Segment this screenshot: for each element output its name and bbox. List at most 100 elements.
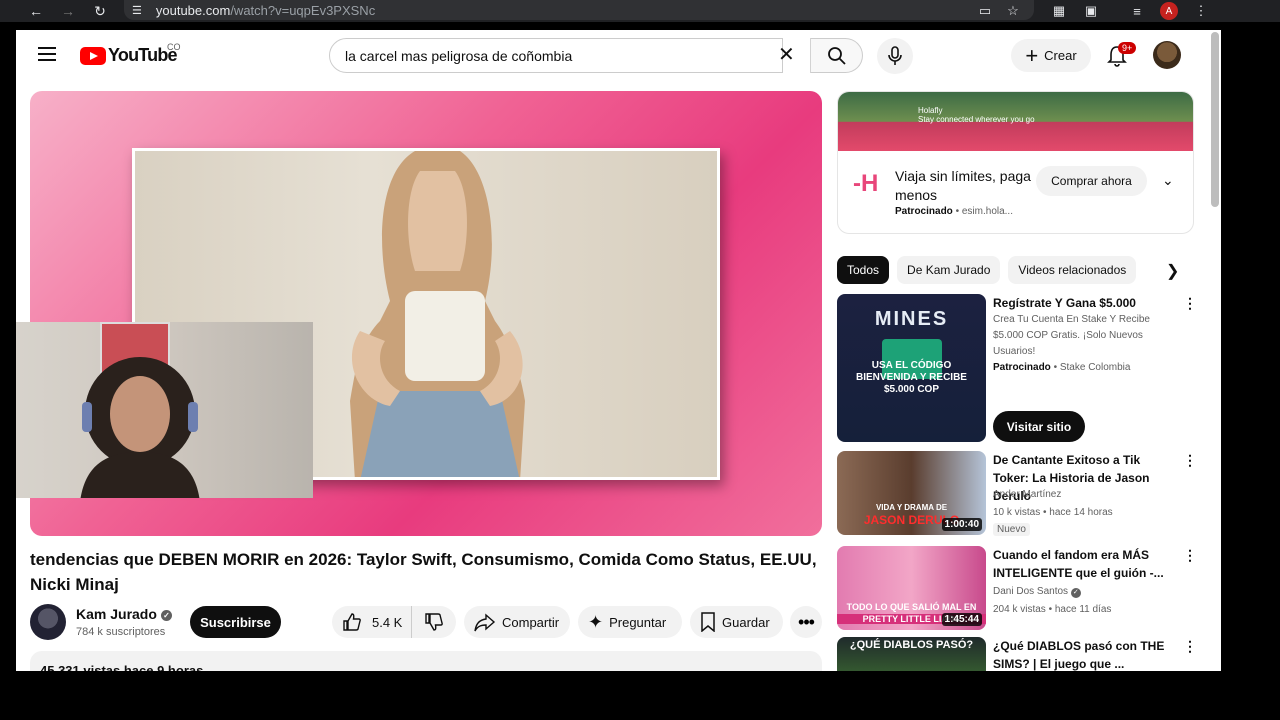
- youtube-page: YouTube CO la carcel mas peligrosa de co…: [16, 30, 1221, 671]
- save-button[interactable]: Guardar: [690, 606, 783, 638]
- browser-window: ← → ↻ ☰ youtube.com/watch?v=uqpEv3PXSNc …: [0, 0, 1280, 720]
- ask-label: Preguntar: [609, 614, 667, 630]
- plus-icon: +: [1025, 42, 1039, 68]
- holafly-logo-icon: -H: [853, 170, 879, 197]
- ask-button[interactable]: ✦ Preguntar: [578, 606, 682, 638]
- channel-name: Kam Jurado: [76, 606, 157, 622]
- search-button[interactable]: [810, 38, 863, 73]
- voice-search-button[interactable]: [877, 38, 913, 74]
- rec-channel-line: Dani Dos Santos ✓: [993, 584, 1081, 600]
- ad-sponsored-label: Patrocinado: [895, 206, 953, 217]
- url-host: youtube.com: [155, 2, 231, 18]
- address-bar[interactable]: ☰ youtube.com/watch?v=uqpEv3PXSNc: [124, 0, 1034, 20]
- more-vert-icon[interactable]: ⋮: [1183, 296, 1197, 310]
- ad-sponsor-line: Patrocinado • esim.hola...: [895, 206, 1013, 217]
- url-text: youtube.com/watch?v=uqpEv3PXSNc: [156, 3, 375, 18]
- more-vert-icon[interactable]: ⋮: [1183, 639, 1197, 653]
- save-label: Guardar: [722, 614, 770, 630]
- chevron-right-icon[interactable]: ❯: [1166, 261, 1179, 281]
- clear-search-icon[interactable]: ✕: [778, 45, 795, 65]
- video-title: tendencias que DEBEN MORIR en 2026: Tayl…: [30, 550, 817, 594]
- hamburger-menu-icon[interactable]: [38, 47, 56, 61]
- back-arrow-icon[interactable]: ←: [20, 0, 52, 22]
- person-webcam-image: [80, 357, 200, 498]
- reading-list-icon[interactable]: ≡: [1124, 0, 1150, 22]
- ad-title: Viaja sin límites, paga menos: [895, 168, 1031, 203]
- rec-title: ¿Qué DIABLOS pasó con THE SIMS? | El jue…: [993, 639, 1165, 671]
- sparkle-icon: ✦: [588, 611, 604, 632]
- create-button[interactable]: + Crear: [1011, 39, 1091, 72]
- extension-badge-icon[interactable]: ▦: [1046, 0, 1072, 22]
- buy-now-button[interactable]: Comprar ahora: [1036, 166, 1147, 196]
- site-settings-icon[interactable]: ☰: [132, 4, 142, 17]
- filter-chips: Todos De Kam Jurado Videos relacionados: [837, 256, 1137, 284]
- extensions-puzzle-icon[interactable]: ▣: [1078, 0, 1104, 22]
- chip-all[interactable]: Todos: [837, 256, 890, 284]
- ad-banner-image: Holafly Stay connected wherever you go: [838, 92, 1193, 151]
- thumb-title: ¿QUÉ DIABLOS PASÓ?: [849, 639, 974, 651]
- video-duration: 1:00:40: [941, 518, 982, 531]
- share-arrow-icon: [474, 613, 496, 632]
- description-box[interactable]: 45.331 vistas hace 9 horas: [30, 651, 822, 671]
- verified-check-icon: ✓: [1070, 588, 1081, 598]
- more-vert-icon[interactable]: ⋮: [1183, 453, 1197, 467]
- rec-title: Cuando el fandom era MÁS INTELIGENTE que…: [993, 548, 1164, 580]
- rec-channel: Ander Martínez: [993, 489, 1062, 500]
- sponsored-recommendation[interactable]: MINES USA EL CÓDIGO BIENVENIDA Y RECIBE …: [837, 294, 1197, 444]
- url-path: /watch?v=uqpEv3PXSNc: [230, 2, 376, 18]
- visit-site-button[interactable]: Visitar sitio: [993, 411, 1085, 442]
- thumb-title: TODO LO QUE SALIÓ MAL EN: [846, 602, 977, 612]
- recommendation-item[interactable]: VIDA Y DRAMA DE JASON DERULO 1:00:40 De …: [837, 451, 1197, 537]
- search-icon: [827, 46, 846, 65]
- thumb-promo-text: USA EL CÓDIGO BIENVENIDA Y RECIBE $5.000…: [856, 360, 967, 395]
- channel-avatar[interactable]: [30, 604, 66, 640]
- youtube-play-icon: [80, 46, 106, 65]
- woman-figure-image: [350, 151, 525, 477]
- chip-related[interactable]: Videos relacionados: [1008, 256, 1137, 284]
- subscribe-button[interactable]: Suscribirse: [190, 606, 281, 638]
- rec-views-age: 10 k vistas • hace 14 horas: [993, 507, 1113, 518]
- forward-arrow-icon[interactable]: →: [52, 0, 84, 22]
- rec-advertiser: Stake Colombia: [1059, 362, 1131, 373]
- cast-icon[interactable]: ▭: [972, 0, 998, 22]
- notification-count-badge: 9+: [1118, 42, 1137, 54]
- stake-thumbnail: MINES USA EL CÓDIGO BIENVENIDA Y RECIBE …: [837, 294, 986, 442]
- more-vert-icon[interactable]: ⋮: [1183, 548, 1197, 562]
- recommendation-item[interactable]: TODO LO QUE SALIÓ MAL EN PRETTY LITTLE L…: [837, 546, 1197, 632]
- thumbs-up-icon: [343, 613, 361, 631]
- youtube-logo[interactable]: YouTube: [80, 45, 178, 66]
- microphone-icon: [888, 46, 902, 65]
- thumb-subtitle: VIDA Y DRAMA DE: [875, 503, 948, 512]
- like-dislike-group: 5.4 K: [332, 606, 456, 638]
- ad-banner-brand: Holafly: [918, 106, 943, 115]
- video-thumbnail: ¿QUÉ DIABLOS PASÓ?: [837, 637, 986, 671]
- chrome-menu-icon[interactable]: ⋮: [1188, 0, 1214, 22]
- share-button[interactable]: Compartir: [464, 606, 570, 638]
- view-count-date: 45.331 vistas hace 9 horas: [40, 663, 204, 671]
- video-thumbnail: VIDA Y DRAMA DE JASON DERULO 1:00:40: [837, 451, 986, 535]
- video-thumbnail: TODO LO QUE SALIÓ MAL EN PRETTY LITTLE L…: [837, 546, 986, 630]
- rec-channel: Dani Dos Santos: [993, 586, 1069, 597]
- chip-from-channel[interactable]: De Kam Jurado: [897, 256, 1001, 284]
- subscriber-count: 784 k suscriptores: [76, 626, 166, 638]
- rec-description: Crea Tu Cuenta En Stake Y Recibe $5.000 …: [993, 314, 1150, 357]
- rec-views-age: 204 k vistas • hace 11 días: [993, 604, 1112, 615]
- reload-icon[interactable]: ↻: [84, 0, 116, 22]
- more-actions-icon[interactable]: •••: [790, 606, 822, 638]
- account-avatar[interactable]: [1153, 41, 1181, 69]
- thumb-mines-text: MINES: [874, 308, 949, 330]
- masthead: YouTube CO la carcel mas peligrosa de co…: [16, 30, 1221, 82]
- thumbs-down-icon: [425, 613, 443, 631]
- new-badge: Nuevo: [993, 523, 1030, 536]
- chevron-down-icon[interactable]: ⌄: [1162, 172, 1174, 189]
- dislike-button[interactable]: [412, 606, 456, 638]
- verified-check-icon: ✓: [160, 609, 172, 621]
- ad-card[interactable]: Holafly Stay connected wherever you go -…: [837, 91, 1194, 234]
- like-button[interactable]: 5.4 K: [332, 606, 412, 638]
- channel-name-link[interactable]: Kam Jurado ✓: [76, 606, 172, 622]
- recommendation-item[interactable]: ¿QUÉ DIABLOS PASÓ? ¿Qué DIABLOS pasó con…: [837, 637, 1197, 671]
- profile-button[interactable]: A: [1156, 0, 1182, 22]
- bookmark-star-icon[interactable]: ☆: [1000, 0, 1026, 22]
- search-input[interactable]: la carcel mas peligrosa de coñombia: [329, 38, 783, 73]
- rec-sponsored-label: Patrocinado: [993, 362, 1051, 373]
